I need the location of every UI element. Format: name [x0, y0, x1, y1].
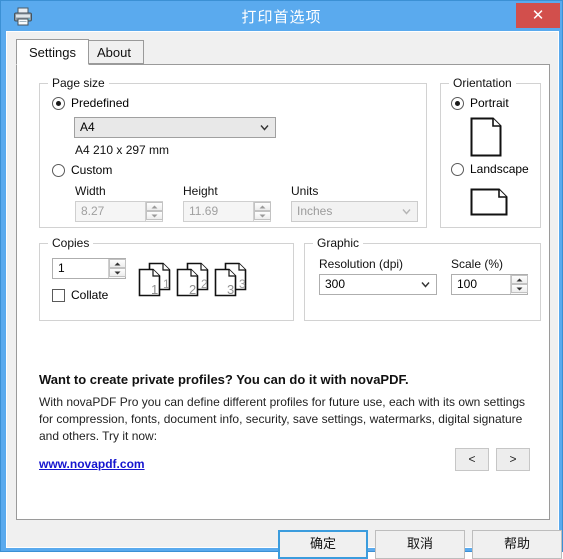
scale-stepper[interactable] — [510, 275, 528, 294]
svg-text:2: 2 — [189, 282, 196, 297]
cancel-button[interactable]: 取消 — [375, 530, 465, 559]
svg-text:3: 3 — [239, 277, 246, 291]
scale-label: Scale (%) — [451, 257, 504, 271]
tab-settings[interactable]: Settings — [16, 39, 89, 65]
svg-text:1: 1 — [163, 277, 170, 291]
copies-preview-icons: 1 1 2 2 3 3 — [136, 260, 251, 303]
title-bar: 打印首选项 ✕ — [1, 1, 562, 31]
height-stepper[interactable] — [253, 202, 271, 221]
tab-about[interactable]: About — [84, 40, 144, 64]
width-stepper[interactable] — [145, 202, 163, 221]
radio-landscape-indicator — [451, 162, 464, 176]
checkbox-collate-label: Collate — [71, 288, 109, 302]
radio-predefined-indicator — [52, 96, 65, 110]
copies-group: Copies 1 Collate 1 1 2 2 3 3 — [39, 236, 294, 321]
promo-body: With novaPDF Pro you can define differen… — [39, 395, 526, 443]
landscape-page-icon — [469, 183, 511, 222]
page-preset-value: A4 — [80, 120, 95, 134]
orientation-group-label: Orientation — [449, 76, 516, 90]
copies-stepper-up[interactable] — [109, 259, 126, 268]
copies-stepper-down[interactable] — [109, 268, 126, 277]
promo-next-button[interactable]: > — [496, 448, 530, 471]
radio-portrait[interactable]: Portrait — [451, 96, 509, 110]
graphic-group: Graphic Resolution (dpi) 300 Scale (%) 1… — [304, 236, 541, 321]
scale-stepper-down[interactable] — [511, 284, 528, 293]
units-label: Units — [291, 184, 319, 198]
print-preferences-window: 打印首选项 ✕ Settings About Page size Predefi… — [0, 0, 563, 559]
promo-prev-button[interactable]: < — [455, 448, 489, 471]
width-value: 8.27 — [81, 204, 105, 218]
resolution-value: 300 — [325, 277, 346, 291]
radio-predefined-label: Predefined — [71, 96, 130, 110]
settings-tab-panel: Page size Predefined A4 A4 210 x 297 mm … — [16, 64, 550, 520]
portrait-page-icon — [469, 116, 505, 161]
width-label: Width — [75, 184, 106, 198]
height-input[interactable]: 11.69 — [183, 201, 271, 222]
close-icon[interactable]: ✕ — [516, 3, 560, 28]
promo-link[interactable]: www.novapdf.com — [39, 457, 145, 471]
units-combo[interactable]: Inches — [291, 201, 418, 222]
ok-button[interactable]: 确定 — [278, 530, 368, 559]
resolution-label: Resolution (dpi) — [319, 257, 404, 271]
radio-predefined[interactable]: Predefined — [52, 96, 129, 110]
page-preset-combo[interactable]: A4 — [74, 117, 276, 138]
promo-headline: Want to create private profiles? You can… — [39, 372, 409, 387]
svg-text:3: 3 — [227, 282, 234, 297]
svg-text:1: 1 — [151, 282, 158, 297]
resolution-combo[interactable]: 300 — [319, 274, 437, 295]
scale-input[interactable]: 100 — [451, 274, 528, 295]
graphic-group-label: Graphic — [313, 236, 364, 250]
svg-text:2: 2 — [201, 277, 208, 291]
height-value: 11.69 — [189, 204, 219, 218]
checkbox-collate-indicator — [52, 288, 65, 302]
radio-landscape-label: Landscape — [470, 162, 529, 176]
help-button[interactable]: 帮助 — [472, 530, 562, 559]
radio-portrait-label: Portrait — [470, 96, 509, 110]
height-label: Height — [183, 184, 218, 198]
copies-input[interactable]: 1 — [52, 258, 126, 279]
copies-value: 1 — [58, 261, 65, 275]
orientation-group: Orientation Portrait Landscape — [440, 76, 541, 228]
width-input[interactable]: 8.27 — [75, 201, 163, 222]
height-stepper-up[interactable] — [254, 202, 271, 211]
page-dimension-text: A4 210 x 297 mm — [75, 143, 170, 157]
scale-value: 100 — [457, 277, 478, 291]
scale-stepper-up[interactable] — [511, 275, 528, 284]
units-value: Inches — [297, 204, 333, 218]
height-stepper-down[interactable] — [254, 211, 271, 220]
chevron-down-icon — [421, 280, 430, 289]
window-title: 打印首选项 — [241, 8, 322, 26]
dialog-body: Settings About Page size Predefined A4 A… — [6, 31, 562, 559]
copies-stepper[interactable] — [108, 259, 126, 278]
radio-custom[interactable]: Custom — [52, 163, 112, 177]
copies-group-label: Copies — [48, 236, 94, 250]
width-stepper-down[interactable] — [146, 211, 163, 220]
page-size-group-label: Page size — [48, 76, 109, 90]
radio-custom-indicator — [52, 163, 65, 177]
radio-landscape[interactable]: Landscape — [451, 162, 529, 176]
checkbox-collate[interactable]: Collate — [52, 288, 108, 302]
width-stepper-up[interactable] — [146, 202, 163, 211]
radio-custom-label: Custom — [71, 163, 113, 177]
chevron-down-icon — [260, 123, 269, 132]
chevron-down-icon — [402, 207, 411, 216]
radio-portrait-indicator — [451, 96, 464, 110]
page-size-group: Page size Predefined A4 A4 210 x 297 mm … — [39, 76, 427, 228]
